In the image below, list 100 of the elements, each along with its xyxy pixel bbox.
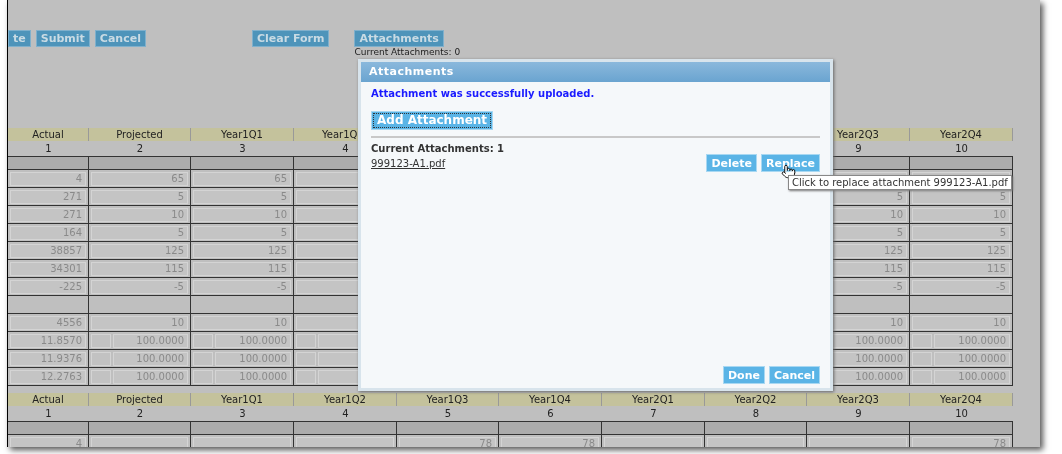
- column-header: Year2Q1: [632, 394, 674, 405]
- value-field[interactable]: 78: [399, 436, 496, 447]
- file-action-button[interactable]: Replace: [761, 154, 820, 172]
- column-header: Year2Q4: [940, 394, 982, 405]
- value-field[interactable]: [91, 436, 188, 447]
- value-field[interactable]: 11.9376: [10, 351, 86, 366]
- column-number: 9: [855, 143, 862, 154]
- spacer-field: [91, 333, 111, 348]
- value-field[interactable]: 10: [193, 315, 291, 330]
- value-field[interactable]: 100.0000: [113, 351, 188, 366]
- value-field[interactable]: [296, 436, 394, 447]
- file-link[interactable]: 999123-A1.pdf: [371, 155, 446, 171]
- column-header: Year2Q3: [837, 129, 879, 140]
- spacer-field: [296, 333, 316, 348]
- column-header: Year2Q2: [734, 394, 777, 405]
- column-header: Year2Q4: [940, 129, 982, 140]
- value-field[interactable]: [809, 436, 907, 447]
- value-field[interactable]: 11.8570: [10, 333, 86, 348]
- column-number: 7: [650, 408, 657, 419]
- column-number: 10: [955, 143, 968, 154]
- spacer-field: [91, 351, 111, 366]
- value-field[interactable]: 100.0000: [215, 333, 291, 348]
- value-field[interactable]: 5: [193, 225, 291, 240]
- column-number: 1: [45, 408, 52, 419]
- value-field[interactable]: 164: [10, 225, 86, 240]
- value-field[interactable]: 100.0000: [934, 369, 1010, 384]
- value-field[interactable]: 100.0000: [831, 351, 907, 366]
- value-field[interactable]: 65: [193, 171, 291, 186]
- column-header: Projected: [116, 129, 163, 140]
- value-field[interactable]: 100.0000: [934, 351, 1010, 366]
- value-field[interactable]: 100.0000: [934, 333, 1010, 348]
- dialog-title: Attachments: [369, 63, 454, 80]
- value-field[interactable]: 10: [912, 207, 1010, 222]
- value-field[interactable]: 10: [912, 315, 1010, 330]
- value-field[interactable]: 65: [91, 171, 188, 186]
- spacer-field: [912, 369, 932, 384]
- value-field[interactable]: 78: [912, 436, 1010, 447]
- column-header: Year1Q4: [529, 394, 571, 405]
- toolbar-button[interactable]: te: [8, 30, 31, 47]
- value-field[interactable]: 4: [10, 436, 86, 447]
- value-field[interactable]: -5: [912, 279, 1010, 294]
- dialog-button[interactable]: Done: [722, 366, 765, 384]
- value-field[interactable]: 4: [10, 171, 86, 186]
- value-field[interactable]: 12.2763: [10, 369, 86, 384]
- value-field[interactable]: 125: [91, 243, 188, 258]
- column-header: Actual: [32, 129, 64, 140]
- column-number: 8: [752, 408, 760, 419]
- value-field[interactable]: 34301: [10, 261, 86, 276]
- value-field[interactable]: 78: [501, 436, 599, 447]
- value-field[interactable]: 115: [193, 261, 291, 276]
- column-header: Year1Q: [322, 129, 358, 140]
- value-field[interactable]: 100.0000: [831, 333, 907, 348]
- value-field[interactable]: 10: [91, 207, 188, 222]
- value-field[interactable]: 100.0000: [113, 369, 188, 384]
- dialog-button[interactable]: Cancel: [768, 366, 820, 384]
- spacer-field: [193, 333, 213, 348]
- value-field[interactable]: 271: [10, 207, 86, 222]
- column-number: 10: [955, 408, 968, 419]
- value-field[interactable]: 115: [912, 261, 1010, 276]
- value-field[interactable]: 125: [193, 243, 291, 258]
- value-field[interactable]: 5: [912, 225, 1010, 240]
- value-field[interactable]: 38857: [10, 243, 86, 258]
- clear-form-button[interactable]: Clear Form: [251, 30, 330, 47]
- column-number: 4: [342, 143, 349, 154]
- column-number: 3: [239, 408, 246, 419]
- value-field[interactable]: 5: [91, 225, 188, 240]
- toolbar-button[interactable]: Submit: [35, 30, 90, 47]
- value-field[interactable]: -5: [91, 279, 188, 294]
- success-message: Attachment was successfully uploaded.: [371, 89, 596, 99]
- column-header: Year1Q2: [324, 394, 366, 405]
- column-number: 2: [136, 143, 144, 154]
- value-field[interactable]: 271: [10, 189, 86, 204]
- value-field[interactable]: 100.0000: [113, 333, 188, 348]
- add-attachment-button[interactable]: Add Attachment: [371, 110, 494, 130]
- value-field[interactable]: 5: [91, 189, 188, 204]
- column-number: 1: [45, 143, 52, 154]
- spacer-field: [912, 333, 932, 348]
- value-field[interactable]: 100.0000: [831, 369, 907, 384]
- file-action-button[interactable]: Delete: [706, 154, 757, 172]
- column-header: Year1Q3: [426, 394, 469, 405]
- value-field[interactable]: 4556: [10, 315, 86, 330]
- column-number: 3: [239, 143, 246, 154]
- value-field[interactable]: [707, 436, 804, 447]
- value-field[interactable]: -5: [193, 279, 291, 294]
- value-field[interactable]: 10: [91, 315, 188, 330]
- value-field[interactable]: 100.0000: [215, 369, 291, 384]
- value-field[interactable]: 100.0000: [215, 351, 291, 366]
- column-header: Year2Q3: [837, 394, 879, 405]
- attachments-button[interactable]: Attachments: [354, 30, 444, 47]
- value-field[interactable]: 125: [912, 243, 1010, 258]
- column-header: Year1Q1: [221, 129, 263, 140]
- value-field[interactable]: [193, 436, 291, 447]
- value-field[interactable]: 10: [193, 207, 291, 222]
- column-number: 5: [444, 408, 452, 419]
- value-field[interactable]: 5: [193, 189, 291, 204]
- toolbar-button[interactable]: Cancel: [94, 30, 146, 47]
- value-field[interactable]: -225: [10, 279, 86, 294]
- value-field[interactable]: 115: [91, 261, 188, 276]
- spacer-field: [912, 351, 932, 366]
- value-field[interactable]: [604, 436, 702, 447]
